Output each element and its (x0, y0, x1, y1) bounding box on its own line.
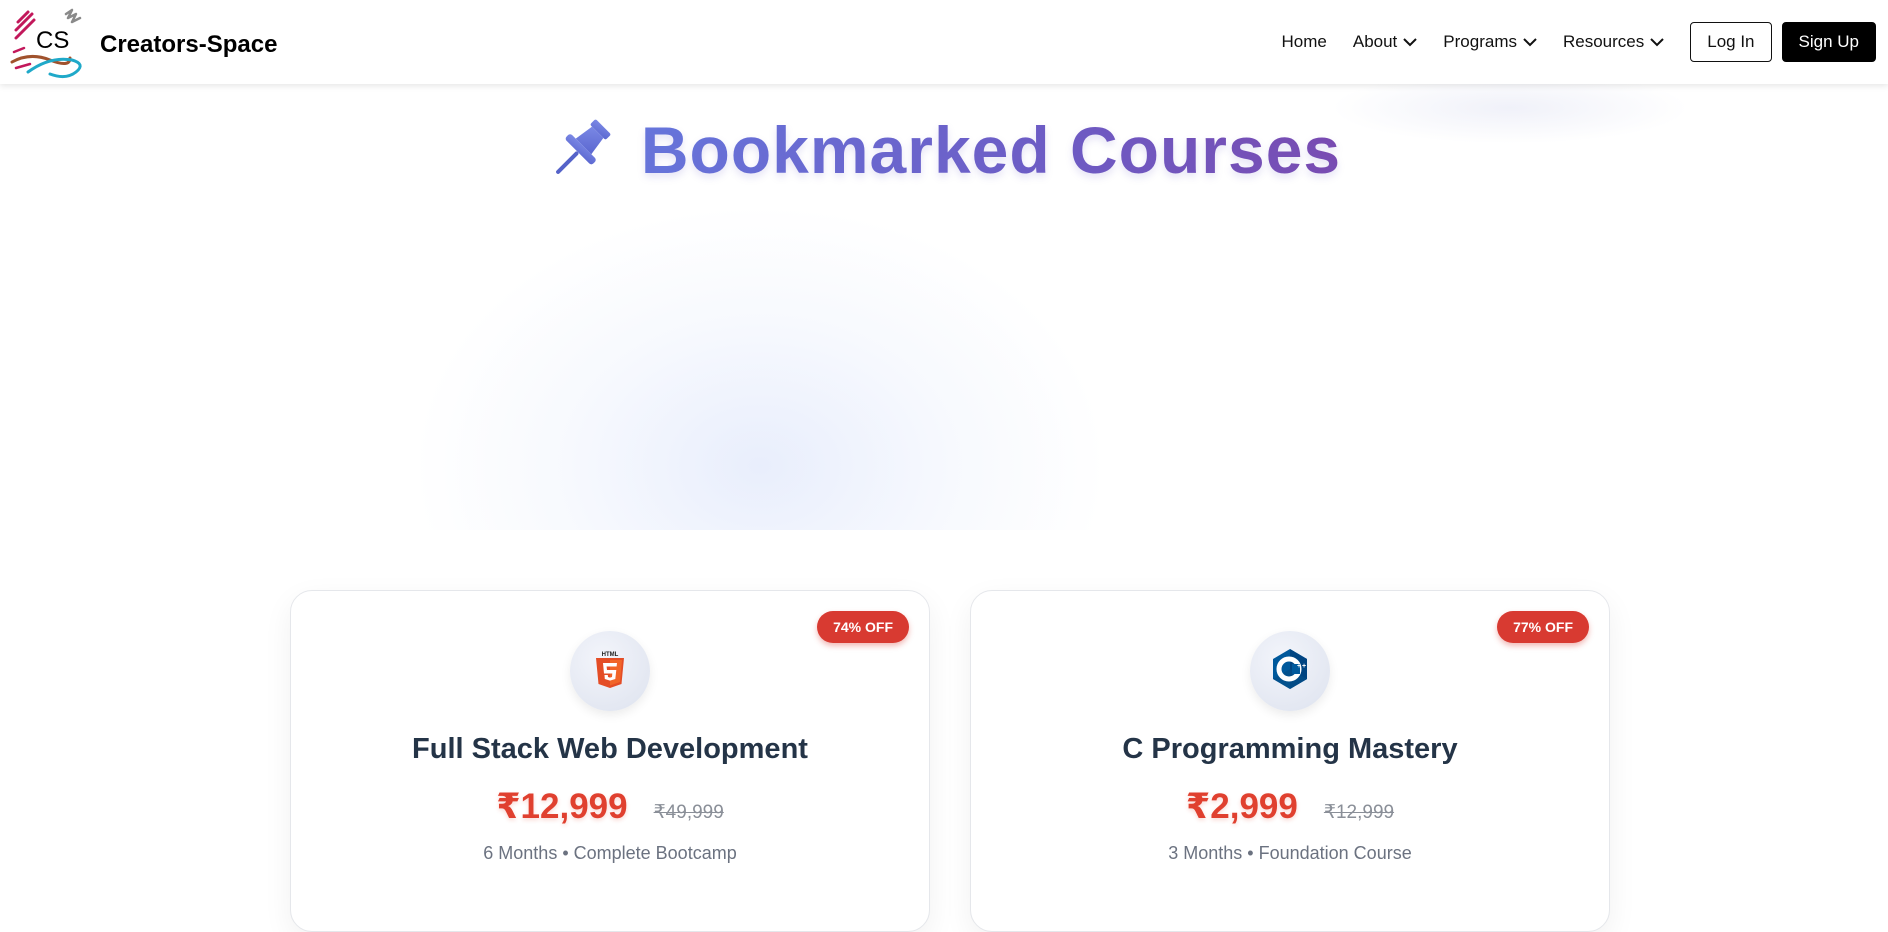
chevron-down-icon (1650, 32, 1664, 52)
course-old-price: ₹12,999 (1323, 802, 1395, 823)
signup-button[interactable]: Sign Up (1781, 22, 1876, 62)
course-old-price: ₹49,999 (653, 802, 724, 823)
chevron-down-icon (1403, 32, 1418, 52)
price-row: ₹12,999 ₹49,999 (291, 787, 929, 827)
course-meta: 6 Months • Complete Bootcamp (483, 843, 737, 863)
discount-badge: 74% OFF (817, 611, 909, 643)
login-button[interactable]: Log In (1690, 22, 1772, 62)
nav-about[interactable]: About (1352, 32, 1418, 52)
nav-programs-label: Programs (1443, 32, 1517, 51)
html5-icon: HTML (594, 650, 626, 693)
discount-badge: 77% OFF (1497, 611, 1589, 643)
price-row: ₹2,999 ₹12,999 (971, 787, 1609, 827)
course-card[interactable]: 77% OFF + + C Programming Mastery ₹2,999… (970, 590, 1610, 932)
page-title: Bookmarked Courses (640, 113, 1342, 187)
nav-home[interactable]: Home (1282, 32, 1327, 52)
nav-resources-label: Resources (1562, 32, 1645, 51)
background-glow (420, 210, 1100, 530)
course-card[interactable]: 74% OFF HTML Full Stack Web Development … (290, 590, 930, 932)
course-meta: 3 Months • Foundation Course (1168, 843, 1412, 863)
brand[interactable]: CS Creators-Space (10, 4, 277, 82)
course-price: ₹12,999 (496, 787, 628, 826)
nav-home-label: Home (1281, 32, 1327, 51)
nav-about-label: About (1352, 32, 1398, 51)
course-icon-wrap: HTML (570, 631, 650, 711)
course-icon-wrap: + + (1250, 631, 1330, 711)
brand-logo-text: CS (36, 27, 69, 54)
svg-text:+: + (1302, 663, 1306, 670)
nav-resources[interactable]: Resources (1563, 32, 1664, 52)
svg-text:+: + (1297, 663, 1301, 670)
brand-logo[interactable]: CS (10, 4, 92, 82)
page-heading: Bookmarked Courses (0, 112, 1888, 188)
nav-menu: Home About Programs Resources Log In Sig… (1282, 22, 1876, 62)
course-price: ₹2,999 (1185, 787, 1298, 826)
course-title: Full Stack Web Development (412, 733, 808, 765)
top-navbar: CS Creators-Space Home About Programs Re… (0, 0, 1888, 84)
nav-programs[interactable]: Programs (1443, 32, 1537, 52)
pushpin-icon (547, 115, 613, 185)
course-title: C Programming Mastery (1122, 733, 1458, 765)
brand-name[interactable]: Creators-Space (100, 31, 277, 59)
cplusplus-icon: + + (1270, 647, 1310, 696)
chevron-down-icon (1523, 32, 1537, 52)
svg-text:HTML: HTML (602, 652, 619, 658)
